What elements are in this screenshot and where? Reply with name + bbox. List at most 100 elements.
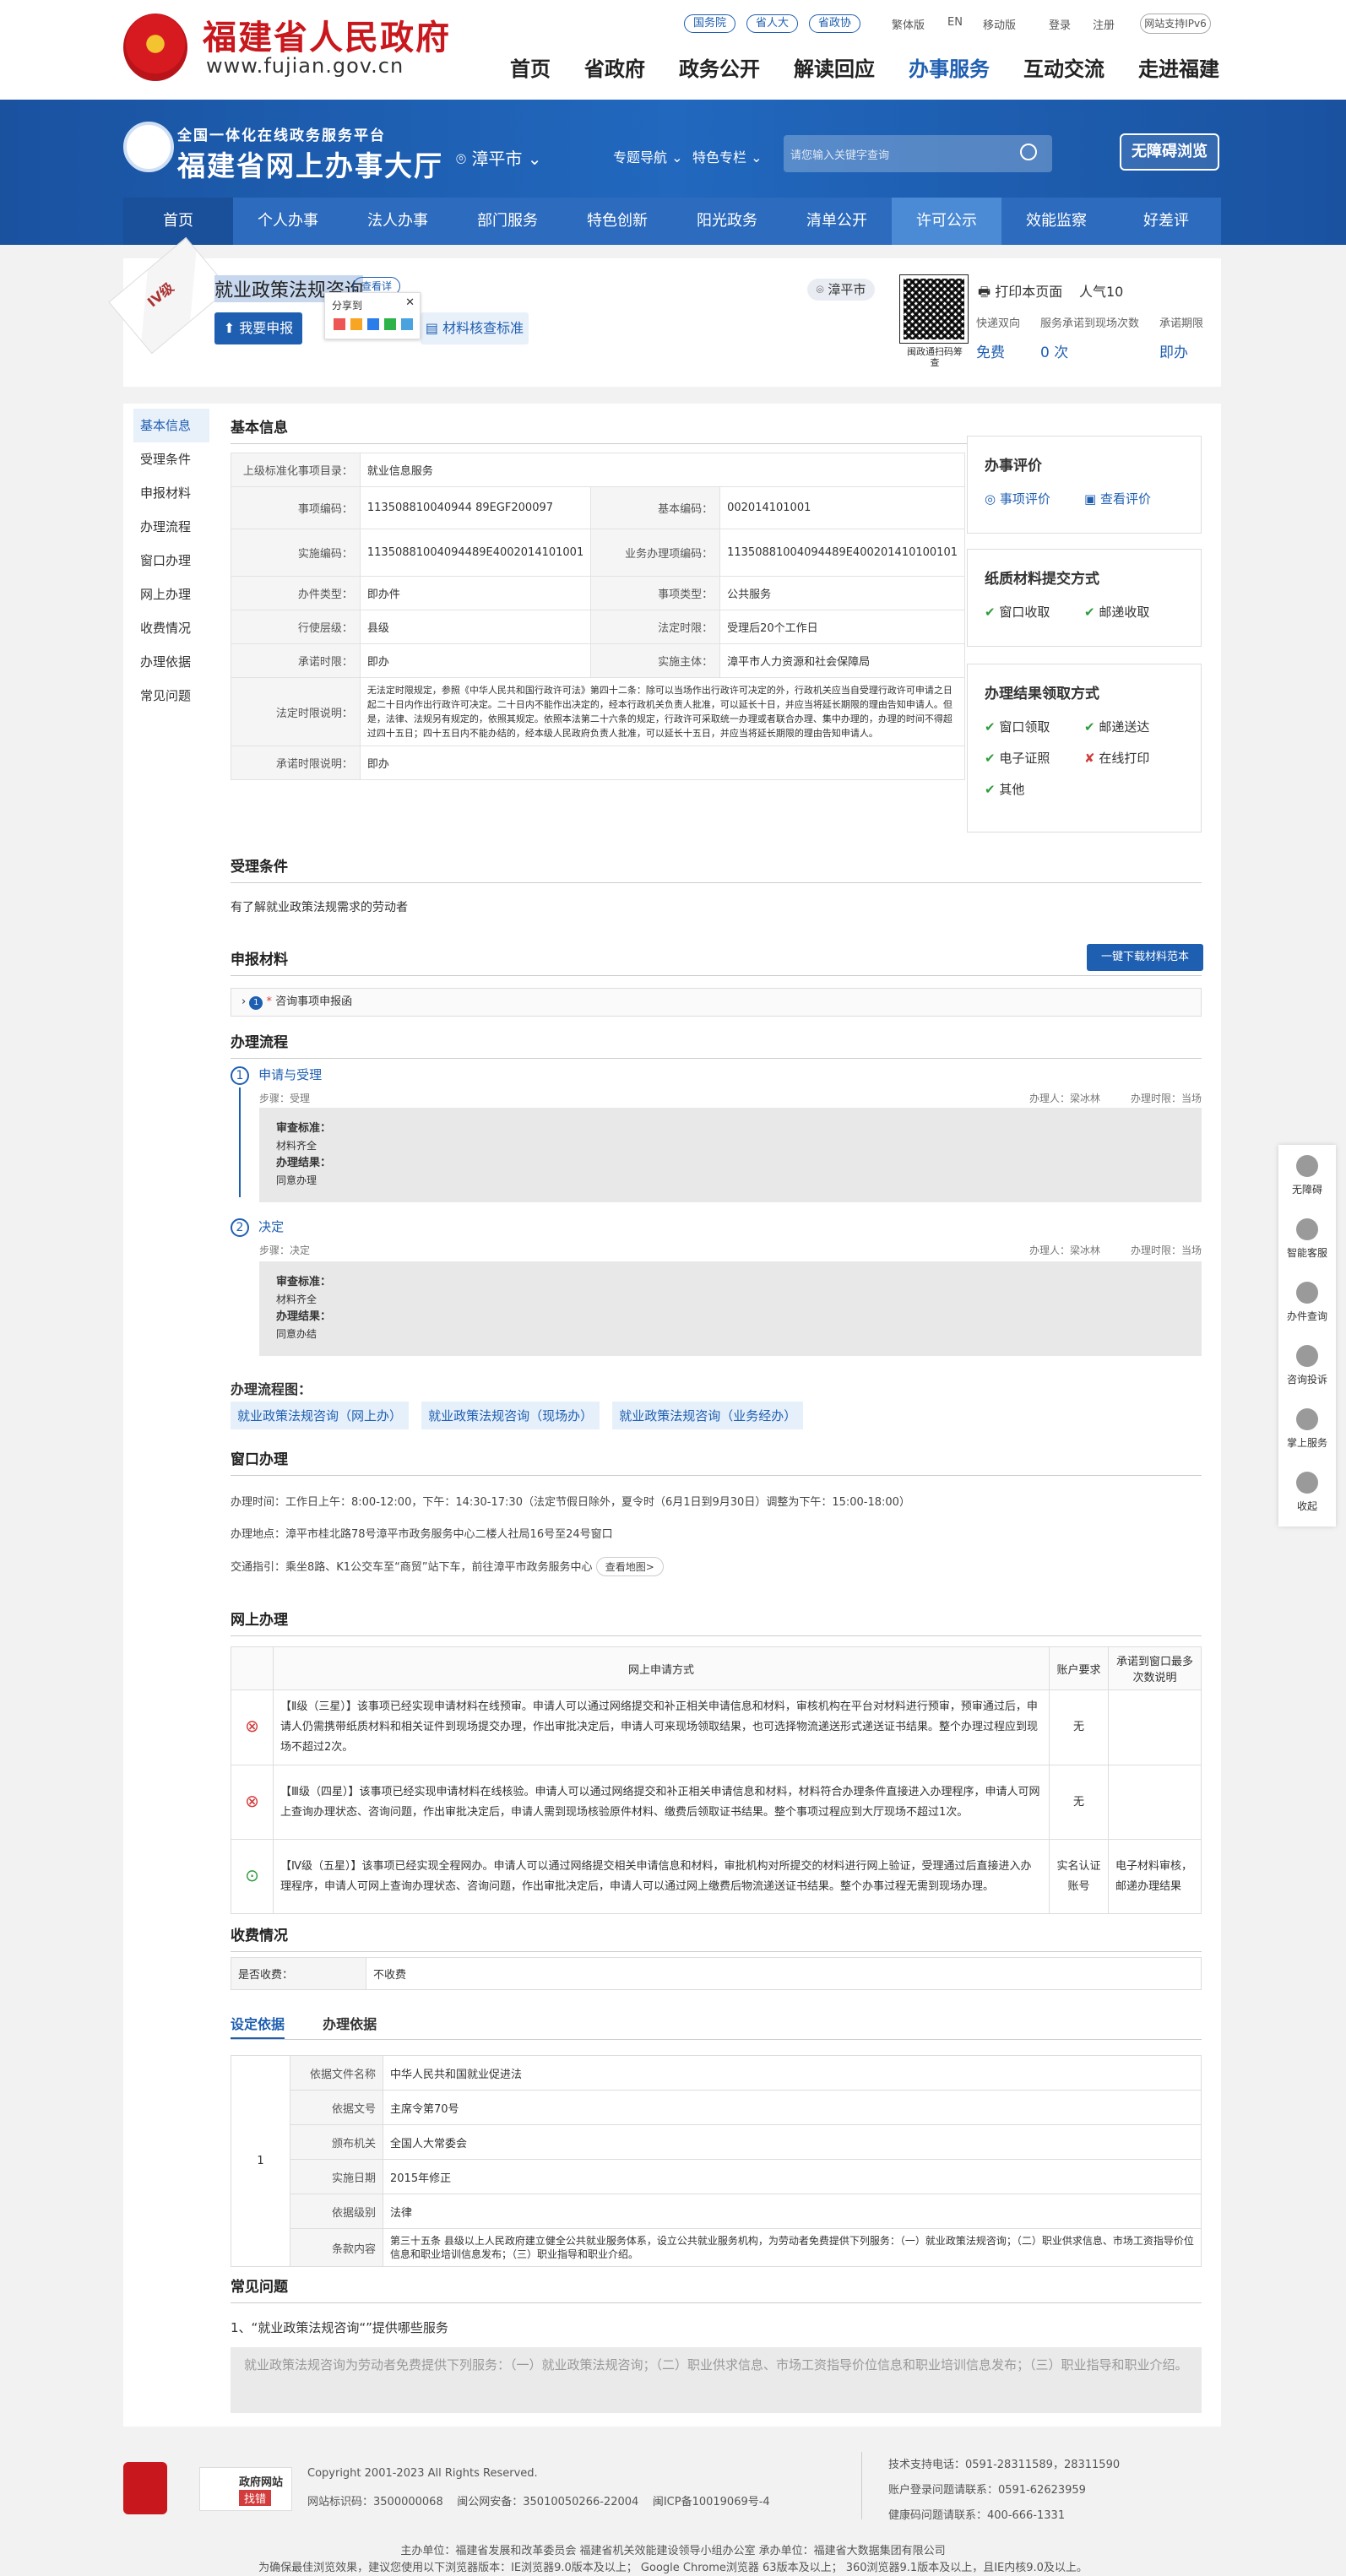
subnav-home[interactable]: 首页 [123,198,233,245]
view-evaluation-link[interactable]: ▣ 查看评价 [1084,490,1184,507]
material-row[interactable]: › 1 * 咨询事项申报函 [231,988,1202,1017]
topic-nav-dropdown[interactable]: 专题导航 ⌄ [613,146,683,166]
material-index: 1 [249,996,263,1010]
subnav-list[interactable]: 清单公开 [782,198,892,245]
accessibility-button[interactable]: 无障碍浏览 [1120,133,1219,171]
link-mobile[interactable]: 移动版 [983,16,1016,32]
paper-submit-box: 纸质材料提交方式 ✔ 窗口收取 ✔ 邮递收取 [967,549,1202,647]
basic-info-table: 上级标准化事项目录： 就业信息服务 事项编码： 113508810040944 89… [231,453,966,780]
link-cppcc[interactable]: 省政协 [809,14,861,33]
nav-open-affairs[interactable]: 政务公开 [679,52,760,82]
subnav-license[interactable]: 许可公示 [892,198,1001,245]
eval-label: 事项评价 [999,491,1050,507]
subnav-department[interactable]: 部门服务 [453,198,562,245]
sidenav-faq[interactable]: 常见问题 [133,679,209,713]
cross-icon: ⊗ [245,1716,259,1736]
link-traditional[interactable]: 繁体版 [892,16,925,32]
search-icon[interactable] [1020,144,1037,160]
sidenav-condition[interactable]: 受理条件 [133,442,209,476]
location-chip: ⌾ 漳平市 [807,279,875,301]
basis-key: 依据文件名称 [290,2055,383,2091]
view-map-button[interactable]: 查看地图> [595,1557,664,1576]
sidenav-materials[interactable]: 申报材料 [133,476,209,510]
rail-accessibility[interactable]: 无障碍 [1278,1145,1336,1208]
site-id: 网站标识码：3500000068 [307,2496,443,2508]
nav-interpretation[interactable]: 解读回应 [794,52,875,82]
wechat-icon[interactable] [384,318,396,330]
qzone-icon[interactable] [350,318,362,330]
close-icon[interactable]: ✕ [405,296,415,309]
nav-government[interactable]: 省政府 [584,52,645,82]
stat-value: 免费 [976,344,1005,361]
sidenav-process[interactable]: 办理流程 [133,510,209,544]
nav-services[interactable]: 办事服务 [909,52,990,82]
item-evaluation-link[interactable]: ◎ 事项评价 [985,490,1084,507]
nav-interaction[interactable]: 互动交流 [1023,52,1104,82]
check-circle-icon: ⊙ [245,1864,259,1885]
subnav-personal[interactable]: 个人办事 [233,198,343,245]
link-login[interactable]: 登录 [1049,16,1071,32]
icp-record[interactable]: 闽ICP备10019069号-4 [653,2496,770,2508]
basis-tabs: 设定依据 办理依据 [231,2013,1202,2040]
flow-chart-heading: 办理流程图： [231,1381,312,1397]
link-provincial-congress[interactable]: 省人大 [746,14,799,33]
right-float-rail: 无障碍 智能客服 办件查询 咨询投诉 掌上服务 收起 [1278,1145,1336,1527]
check-icon: ✔ [1084,719,1095,735]
tab-setting-basis[interactable]: 设定依据 [231,2016,285,2039]
renren-icon[interactable] [367,318,379,330]
rail-collapse[interactable]: 收起 [1278,1462,1336,1525]
step-time: 办理时限：当场 [1130,1093,1202,1104]
basis-value: 法律 [383,2194,1202,2229]
police-record[interactable]: 闽公网安备：35010050266-22004 [457,2496,638,2508]
chat-icon [1296,1345,1318,1367]
more-share-icon[interactable] [401,318,413,330]
result-pickup-title: 办理结果领取方式 [985,686,1099,702]
online-text: 【Ⅲ级（四星）】该事项已经实现申请材料在线核验。申请人可以通过网络提交和补正相关… [273,1765,1050,1840]
subnav-sunshine[interactable]: 阳光政务 [672,198,782,245]
special-column-dropdown[interactable]: 特色专栏 ⌄ [692,146,763,166]
print-button[interactable]: 🖶 打印本页面 [978,280,1062,306]
nav-home[interactable]: 首页 [510,52,551,82]
rail-mobile[interactable]: 掌上服务 [1278,1398,1336,1462]
download-templates-button[interactable]: 一键下载材料范本 [1087,944,1203,971]
tab-handling-basis[interactable]: 办理依据 [323,2016,377,2032]
subnav-rating[interactable]: 好差评 [1111,198,1221,245]
rail-case-query[interactable]: 办件查询 [1278,1272,1336,1335]
hall-title[interactable]: 福建省网上办事大厅 [177,144,443,184]
sidenav-fee[interactable]: 收费情况 [133,611,209,645]
faq-question[interactable]: 1、“就业政策法规咨询“”提供哪些服务 [231,2318,448,2336]
sidenav-basis[interactable]: 办理依据 [133,645,209,679]
sidenav-window[interactable]: 窗口办理 [133,544,209,578]
rail-complaint[interactable]: 咨询投诉 [1278,1335,1336,1398]
cell-value: 公共服务 [719,576,965,610]
site-title[interactable]: 福建省人民政府 [203,10,451,59]
flow-chart-onsite[interactable]: 就业政策法规咨询（现场办） [421,1402,600,1429]
gov-site-badge[interactable]: 政府网站 找错 [199,2467,292,2511]
basis-key: 依据级别 [290,2194,383,2229]
step-number: 1 [231,1066,249,1085]
cell-value: 即办 [359,746,966,780]
hall-logo [123,122,174,172]
weibo-icon[interactable] [334,318,345,330]
check-label: 电子证照 [999,751,1050,766]
link-register[interactable]: 注册 [1093,16,1115,32]
city-selector[interactable]: ⌾ 漳平市 ⌄ [456,145,541,170]
step-handler: 办理人：梁冰林 [1028,1093,1100,1104]
material-standard-button[interactable]: ▤ 材料核查标准 [421,312,529,344]
flow-chart-business[interactable]: 就业政策法规咨询（业务经办） [612,1402,804,1429]
sidenav-basic[interactable]: 基本信息 [133,409,209,442]
subnav-corporate[interactable]: 法人办事 [343,198,453,245]
nav-about-fujian[interactable]: 走进福建 [1138,52,1219,82]
link-english[interactable]: EN [947,16,963,29]
subnav-innovation[interactable]: 特色创新 [562,198,672,245]
subnav-supervision[interactable]: 效能监察 [1001,198,1111,245]
sidenav-online[interactable]: 网上办理 [133,578,209,611]
check-icon: ✔ [985,605,996,620]
apply-button[interactable]: ⬆ 我要申报 [214,312,302,344]
flow-chart-online[interactable]: 就业政策法规咨询（网上办） [231,1402,410,1429]
check-item: ✔ 邮递送达 [1084,718,1184,735]
link-state-council[interactable]: 国务院 [684,14,736,33]
window-place: 办理地点：漳平市桂北路78号漳平市政务服务中心二楼人社局16号至24号窗口 [231,1528,613,1541]
cell-value: 即办 [359,643,592,678]
rail-smart-service[interactable]: 智能客服 [1278,1208,1336,1272]
